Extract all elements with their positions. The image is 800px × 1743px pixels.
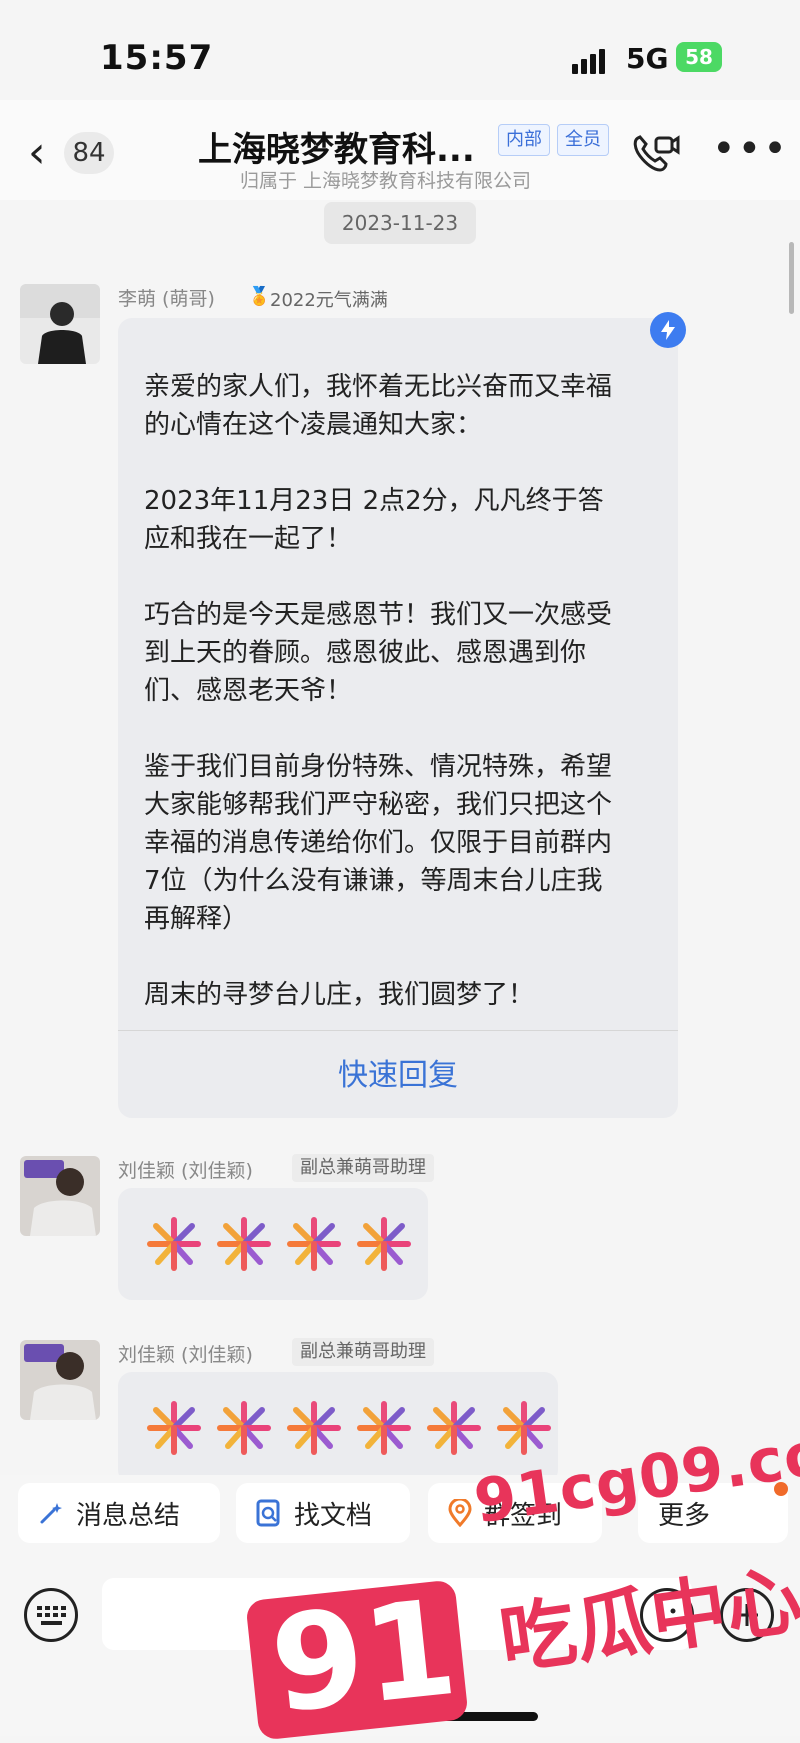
lightning-icon — [650, 312, 686, 348]
emoji-row — [146, 1398, 552, 1458]
fireworks-emoji-icon — [287, 1401, 341, 1455]
member-badge: 副总兼萌哥助理 — [292, 1154, 434, 1182]
status-time: 15:57 — [100, 38, 214, 78]
tag-internal: 内部 — [498, 124, 550, 156]
fireworks-emoji-icon — [147, 1217, 201, 1271]
summary-button[interactable]: 消息总结 — [18, 1483, 220, 1543]
divider — [118, 1030, 678, 1031]
battery-icon: 58 — [676, 42, 722, 72]
message-text: 亲爱的家人们，我怀着无比兴奋而又幸福 的心情在这个凌晨通知大家： 2023年11… — [144, 372, 613, 1010]
fireworks-emoji-icon — [357, 1401, 411, 1455]
tag-all-members: 全员 — [557, 124, 609, 156]
group-title[interactable]: 上海晓梦教育科... — [198, 122, 475, 171]
more-options-icon[interactable]: ••• — [712, 126, 789, 172]
emoji-row — [146, 1214, 412, 1274]
location-icon — [448, 1499, 472, 1527]
document-search-icon — [256, 1499, 280, 1527]
sender-name: 李萌 (萌哥) — [118, 288, 215, 310]
avatar[interactable] — [20, 1340, 100, 1420]
sender-name: 刘佳颖 (刘佳颖) — [118, 1344, 253, 1366]
phone-video-call-icon[interactable] — [630, 130, 680, 176]
quick-reply-button[interactable]: 快速回复 — [118, 1050, 678, 1094]
find-document-label: 找文档 — [294, 1500, 373, 1531]
member-badge: 2022元气满满 — [270, 290, 388, 311]
fireworks-emoji-icon — [147, 1401, 201, 1455]
keyboard-icon[interactable] — [24, 1588, 78, 1642]
group-subtitle: 归属于 上海晓梦教育科技有限公司 — [240, 170, 532, 192]
avatar[interactable] — [20, 284, 100, 364]
watermark-number: 91 — [264, 1570, 464, 1743]
sender-name: 刘佳颖 (刘佳颖) — [118, 1160, 253, 1182]
network-type: 5G — [626, 42, 669, 75]
scrollbar[interactable] — [789, 242, 794, 314]
fireworks-emoji-icon — [217, 1217, 271, 1271]
fireworks-emoji-icon — [287, 1217, 341, 1271]
back-arrow-icon[interactable]: ‹ — [28, 128, 68, 178]
medal-icon: 🏅 — [248, 286, 271, 307]
fireworks-emoji-icon — [217, 1401, 271, 1455]
signal-icon — [572, 44, 616, 74]
battery-level: 58 — [685, 45, 713, 69]
member-badge: 副总兼萌哥助理 — [292, 1338, 434, 1366]
date-divider: 2023-11-23 — [324, 202, 476, 244]
fireworks-emoji-icon — [427, 1401, 481, 1455]
find-document-button[interactable]: 找文档 — [236, 1483, 410, 1543]
fireworks-emoji-icon — [497, 1401, 551, 1455]
avatar[interactable] — [20, 1156, 100, 1236]
fireworks-emoji-icon — [357, 1217, 411, 1271]
summary-label: 消息总结 — [76, 1500, 181, 1531]
unread-count-badge[interactable]: 84 — [64, 132, 114, 174]
sparkle-icon — [40, 1503, 62, 1524]
